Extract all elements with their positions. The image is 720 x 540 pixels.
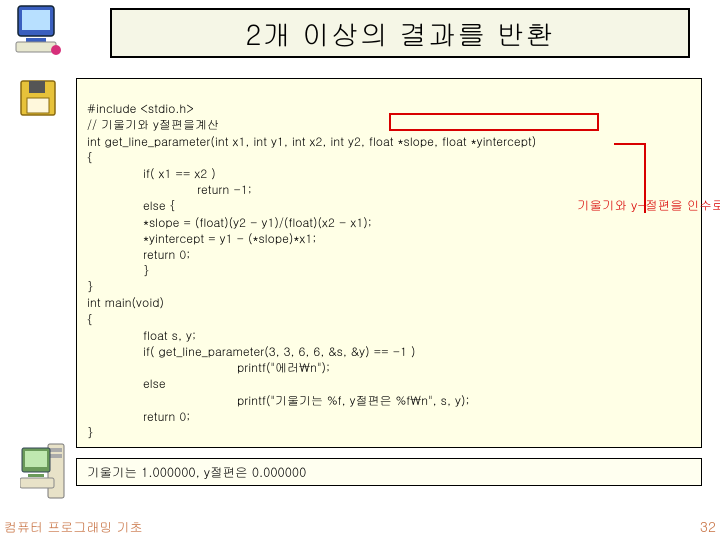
code-line: {	[87, 311, 93, 328]
floppy-clipart-icon	[18, 78, 60, 125]
code-line: *slope = (float)(y2 - y1)/(float)(x2 - x…	[87, 215, 372, 231]
code-line: #include <stdio.h>	[87, 100, 194, 117]
code-line: else {	[87, 198, 176, 214]
annotation-text: 기울기와 y-절편을 인수로 전달	[577, 197, 720, 214]
callout-connector-icon	[597, 127, 649, 205]
code-line: }	[87, 424, 93, 441]
output-text: 기울기는 1.000000, y절편은 0.000000	[87, 463, 306, 481]
code-line: int main(void)	[87, 294, 164, 311]
code-line: return 0;	[87, 409, 190, 425]
code-line: }	[87, 263, 149, 279]
code-line: if( x1 == x2 )	[87, 166, 216, 182]
footer-text: 컴퓨터 프로그래밍 기초	[4, 517, 143, 536]
code-line: int get_line_parameter(int x1, int y1, i…	[87, 133, 536, 150]
code-line: // 기울기와 y절편을계산	[87, 116, 219, 133]
highlight-box	[389, 113, 599, 131]
code-line: float s, y;	[87, 328, 196, 344]
code-line: else	[87, 376, 166, 392]
code-line: printf("기울기는 %f, y절편은 %f\n", s, y);	[87, 393, 469, 409]
code-line: return 0;	[87, 247, 190, 263]
code-line: if( get_line_parameter(3, 3, 6, 6, &s, &…	[87, 344, 416, 360]
code-listing: #include <stdio.h> // 기울기와 y절편을계산 int ge…	[76, 78, 702, 448]
code-line: return -1;	[87, 182, 252, 198]
slide-title: 2개 이상의 결과를 반환	[110, 8, 690, 58]
output-listing: 기울기는 1.000000, y절편은 0.000000	[76, 458, 702, 486]
code-line: *yintercept = y1 - (*slope)*x1;	[87, 231, 316, 247]
computer-clipart-icon	[12, 2, 68, 63]
code-line: printf("에러\n");	[87, 360, 330, 376]
page-number: 32	[700, 516, 716, 536]
code-line: {	[87, 149, 93, 166]
code-line: }	[87, 278, 93, 295]
title-text: 2개 이상의 결과를 반환	[245, 13, 554, 53]
desktop-tower-clipart-icon	[20, 438, 70, 513]
